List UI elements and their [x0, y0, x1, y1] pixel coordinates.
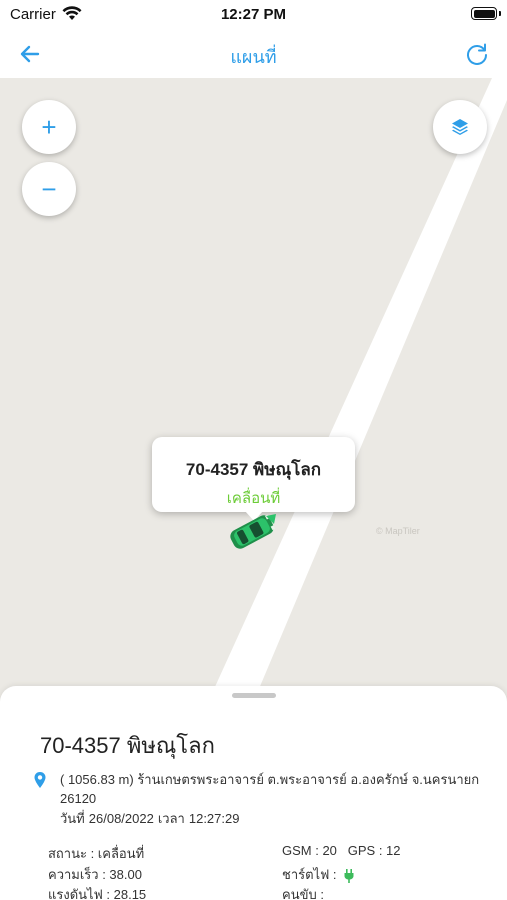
plug-icon — [344, 868, 354, 883]
gps-info: GPS : 12 — [347, 843, 401, 858]
sheet-grabber[interactable] — [232, 693, 276, 698]
nav-bar: แผนที่ — [0, 30, 507, 78]
speed-info: ความเร็ว : 38.00 — [48, 867, 142, 882]
driver-info: คนขับ : — [282, 887, 324, 900]
callout-title: 70-4357 พิษณุโลก — [185, 460, 322, 479]
status-bar: Carrier 12:27 PM — [0, 0, 507, 30]
battery-icon — [471, 7, 497, 20]
callout-status: เคลื่อนที่ — [226, 490, 281, 507]
vehicle-callout[interactable]: 70-4357 พิษณุโลก เคลื่อนที่ — [152, 437, 355, 521]
location-pin-icon — [34, 772, 46, 788]
vehicle-detail-sheet[interactable]: 70-4357 พิษณุโลก ( 1056.83 m) ร้านเกษตรพ… — [0, 686, 507, 900]
refresh-button[interactable] — [461, 38, 493, 70]
last-update: วันที่ 26/08/2022 เวลา 12:27:29 — [60, 808, 243, 829]
date-prefix: วันที่ — [60, 811, 85, 826]
voltage-info: แรงดันไฟ : 28.15 — [48, 887, 147, 900]
plus-icon: + — [41, 112, 57, 142]
layers-icon — [452, 119, 468, 135]
time-prefix: เวลา — [157, 811, 185, 826]
car-icon[interactable] — [222, 512, 282, 552]
refresh-icon — [467, 43, 487, 65]
status-info: สถานะ : เคลื่อนที่ — [48, 846, 145, 861]
charging-info: ชาร์ตไฟ : — [282, 864, 354, 885]
gsm-gps-info: GSM : 20 GPS : 12 — [282, 843, 401, 858]
map-layers-button[interactable] — [433, 100, 487, 154]
clock: 12:27 PM — [220, 6, 287, 23]
minus-icon: − — [41, 174, 57, 204]
charging-label: ชาร์ตไฟ : — [282, 867, 337, 882]
battery-cap — [499, 11, 501, 16]
vehicle-address: ( 1056.83 m) ร้านเกษตรพระอาจารย์ ต.พระอา… — [60, 772, 480, 806]
zoom-out-button[interactable]: − — [22, 162, 76, 216]
gsm-info: GSM : 20 — [282, 843, 337, 858]
page-title: แผนที่ — [230, 47, 277, 67]
zoom-in-button[interactable]: + — [22, 100, 76, 154]
map-watermark: © MapTiler — [376, 526, 420, 536]
time-value: 12:27:29 — [188, 811, 240, 826]
date-value: 26/08/2022 — [88, 811, 154, 826]
vehicle-title: 70-4357 พิษณุโลก — [40, 733, 215, 758]
